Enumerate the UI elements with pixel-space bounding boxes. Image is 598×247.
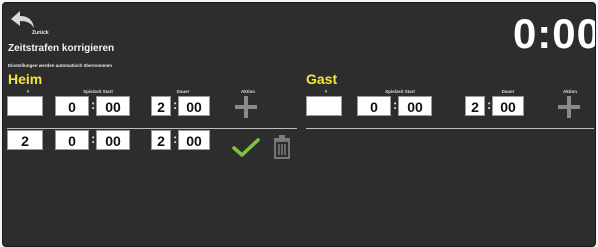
home-team-label: Heim (8, 71, 43, 87)
plus-icon (235, 96, 257, 118)
guest-col-number: # (324, 89, 328, 94)
home-col-start: Spielzeit Start (83, 89, 113, 94)
checkmark-icon (232, 138, 260, 157)
guest-add-button[interactable] (556, 94, 582, 120)
home-penalty-dur-sec-input[interactable]: 00 (178, 130, 210, 150)
guest-new-start-sec-input[interactable]: 00 (398, 96, 432, 116)
guest-col-duration: Dauer (501, 89, 515, 94)
guest-team-label: Gast (306, 71, 338, 87)
trash-icon (274, 135, 290, 159)
back-button[interactable] (8, 9, 38, 31)
home-penalty-start-sec-input[interactable]: 00 (96, 130, 130, 150)
home-penalty-number-input[interactable]: 2 (7, 130, 43, 150)
home-new-dur-min-input[interactable]: 2 (151, 96, 171, 116)
home-add-button[interactable] (233, 94, 259, 120)
guest-new-number-input[interactable] (306, 96, 342, 116)
penalty-screen: Zurück Zeitstrafen korrigieren Einstellu… (2, 2, 596, 247)
home-penalty-dur-min-input[interactable]: 2 (151, 130, 171, 150)
time-separator: : (91, 97, 96, 112)
home-col-number: # (26, 89, 30, 94)
confirm-button[interactable] (231, 136, 261, 158)
delete-button[interactable] (271, 134, 293, 160)
page-title: Zeitstrafen korrigieren (8, 43, 115, 54)
home-new-number-input[interactable] (7, 96, 43, 116)
back-arrow-icon (11, 11, 34, 28)
plus-icon (558, 96, 580, 118)
back-label: Zurück (32, 30, 49, 36)
home-divider (7, 128, 297, 129)
home-new-start-min-input[interactable]: 0 (55, 96, 89, 116)
home-new-dur-sec-input[interactable]: 00 (178, 96, 210, 116)
time-separator: : (173, 97, 178, 112)
guest-col-start: Spielzeit Start (385, 89, 415, 94)
home-penalty-start-min-input[interactable]: 0 (55, 130, 89, 150)
time-separator: : (393, 97, 398, 112)
time-separator: : (487, 97, 492, 112)
time-separator: : (91, 131, 96, 146)
guest-new-dur-sec-input[interactable]: 00 (492, 96, 524, 116)
guest-new-dur-min-input[interactable]: 2 (465, 96, 485, 116)
game-clock: 0:00 (512, 10, 596, 57)
home-new-start-sec-input[interactable]: 00 (96, 96, 130, 116)
time-separator: : (173, 131, 178, 146)
guest-divider (306, 128, 594, 129)
page-subtitle: Einstellungen werden automatisch übernom… (8, 63, 113, 68)
home-col-duration: Dauer (176, 89, 190, 94)
guest-new-start-min-input[interactable]: 0 (357, 96, 391, 116)
